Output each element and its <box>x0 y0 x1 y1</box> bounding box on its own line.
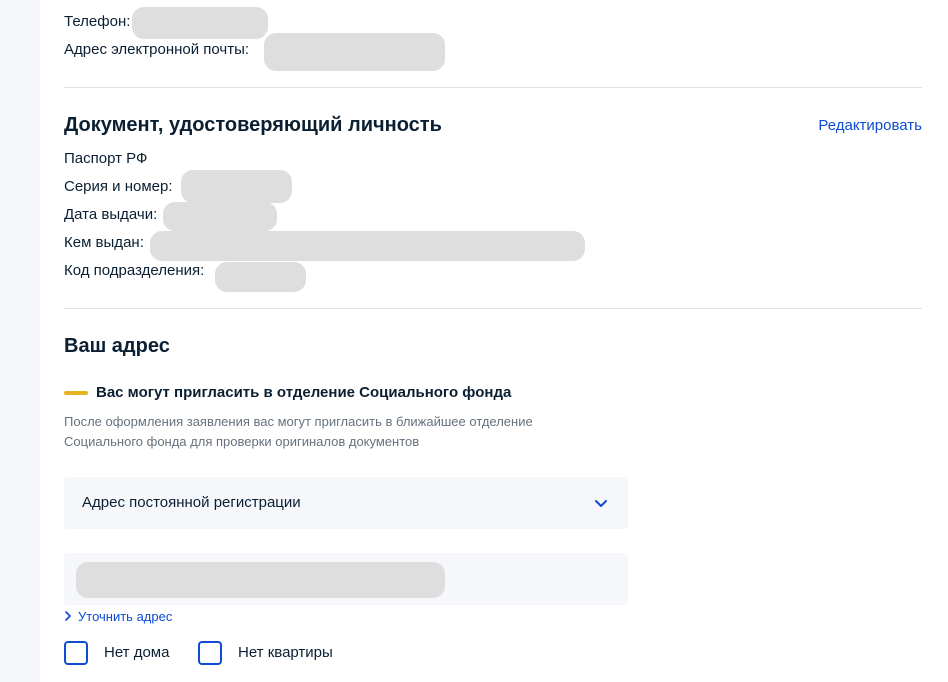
issued-by-row: Кем выдан: <box>64 233 144 253</box>
phone-row: Телефон: <box>64 12 130 32</box>
form-card: Телефон: Адрес электронной почты: Докуме… <box>40 0 948 682</box>
no-apartment-label: Нет квартиры <box>238 644 333 661</box>
address-type-select[interactable]: Адрес постоянной регистрации <box>64 477 628 529</box>
email-row: Адрес электронной почты: <box>64 40 249 60</box>
issue-date-label: Дата выдачи: <box>64 206 158 223</box>
series-row: Серия и номер: <box>64 177 173 197</box>
address-type-select-value: Адрес постоянной регистрации <box>82 494 301 511</box>
no-house-checkbox[interactable] <box>64 641 88 665</box>
clarify-address-link[interactable]: Уточнить адрес <box>64 608 172 626</box>
phone-label: Телефон: <box>64 13 131 30</box>
identity-doc-title: Документ, удостоверяющий личность <box>64 114 442 136</box>
no-house-option[interactable]: Нет дома <box>64 641 169 665</box>
unit-code-value-redacted <box>215 262 306 292</box>
issued-by-label: Кем выдан: <box>64 234 144 251</box>
email-value-redacted <box>264 33 445 71</box>
series-label: Серия и номер: <box>64 178 173 195</box>
no-apartment-option[interactable]: Нет квартиры <box>198 641 333 665</box>
issue-date-value-redacted <box>163 202 277 231</box>
doc-type: Паспорт РФ <box>64 150 148 167</box>
edit-identity-doc-link[interactable]: Редактировать <box>818 116 922 136</box>
email-label: Адрес электронной почты: <box>64 41 250 58</box>
chevron-down-icon <box>592 493 610 513</box>
section-divider <box>64 308 922 309</box>
no-apartment-checkbox[interactable] <box>198 641 222 665</box>
clarify-address-label: Уточнить адрес <box>78 609 173 624</box>
issued-by-value-redacted <box>150 231 585 261</box>
unit-code-row: Код подразделения: <box>64 261 204 281</box>
no-house-label: Нет дома <box>104 644 170 661</box>
chevron-right-icon <box>64 608 72 626</box>
notice-title: Вас могут пригласить в отделение Социаль… <box>96 384 512 401</box>
notice-accent-bar <box>64 391 88 395</box>
address-value-redacted <box>76 562 445 598</box>
series-value-redacted <box>181 170 292 203</box>
issue-date-row: Дата выдачи: <box>64 205 157 225</box>
notice-text: После оформления заявления вас могут при… <box>64 414 533 449</box>
address-title: Ваш адрес <box>64 335 170 357</box>
unit-code-label: Код подразделения: <box>64 262 205 279</box>
phone-value-redacted <box>132 7 268 39</box>
address-input[interactable] <box>64 553 628 605</box>
section-divider <box>64 87 922 88</box>
